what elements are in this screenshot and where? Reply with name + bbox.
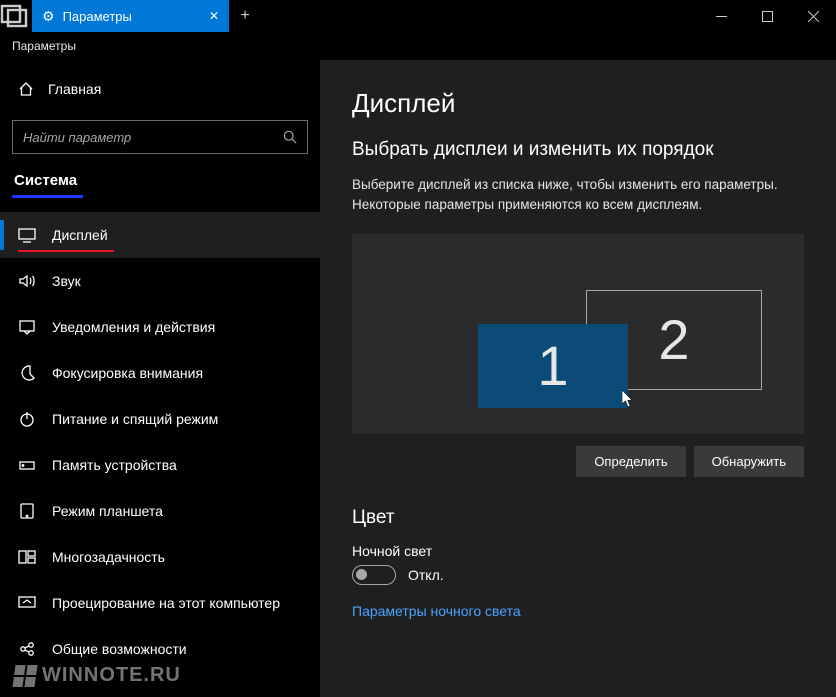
night-light-toggle[interactable] [352, 565, 396, 585]
shared-icon [18, 640, 36, 658]
display-1[interactable]: 1 [478, 324, 628, 408]
sidebar: Главная Система Дисплей Звук Уведомления… [0, 60, 320, 697]
sidebar-item-display[interactable]: Дисплей [0, 212, 320, 258]
close-button[interactable] [790, 0, 836, 32]
sidebar-category: Система [12, 172, 83, 198]
sidebar-item-label: Проецирование на этот компьютер [52, 595, 280, 611]
subheader: Параметры [0, 32, 836, 60]
sidebar-home[interactable]: Главная [12, 68, 308, 110]
multitask-icon [18, 548, 36, 566]
sidebar-item-storage[interactable]: Память устройства [0, 442, 320, 488]
identify-button[interactable]: Определить [576, 446, 685, 477]
tab-title: Параметры [63, 9, 201, 24]
gear-icon: ⚙ [42, 8, 55, 25]
detect-button[interactable]: Обнаружить [694, 446, 804, 477]
project-icon [18, 594, 36, 612]
sound-icon [18, 272, 36, 290]
tab-close-icon[interactable]: ✕ [209, 9, 219, 23]
sidebar-item-label: Многозадачность [52, 549, 165, 565]
notifications-icon [18, 318, 36, 336]
display-icon [18, 226, 36, 244]
sidebar-item-label: Режим планшета [52, 503, 163, 519]
sidebar-item-label: Память устройства [52, 457, 177, 473]
storage-icon [18, 456, 36, 474]
arrange-desc: Выберите дисплей из списка ниже, чтобы и… [352, 175, 804, 216]
titlebar: ⚙ Параметры ✕ + [0, 0, 836, 32]
task-view-icon[interactable] [0, 0, 32, 32]
sidebar-item-multitask[interactable]: Многозадачность [0, 534, 320, 580]
maximize-button[interactable] [744, 0, 790, 32]
focus-icon [18, 364, 36, 382]
night-light-settings-link[interactable]: Параметры ночного света [352, 603, 521, 619]
sidebar-item-sound[interactable]: Звук [0, 258, 320, 304]
main-panel: Дисплей Выбрать дисплеи и изменить их по… [320, 60, 836, 697]
power-icon [18, 410, 36, 428]
sidebar-item-label: Уведомления и действия [52, 319, 215, 335]
sidebar-item-focus[interactable]: Фокусировка внимания [0, 350, 320, 396]
tab-settings[interactable]: ⚙ Параметры ✕ [32, 0, 229, 32]
tablet-icon [18, 502, 36, 520]
sidebar-item-tablet[interactable]: Режим планшета [0, 488, 320, 534]
sidebar-item-label: Питание и спящий режим [52, 411, 218, 427]
arrange-heading: Выбрать дисплеи и изменить их порядок [352, 139, 804, 161]
page-title: Дисплей [352, 88, 804, 119]
sidebar-item-label: Фокусировка внимания [52, 365, 203, 381]
sidebar-home-label: Главная [48, 81, 101, 97]
color-heading: Цвет [352, 507, 804, 529]
night-light-label: Ночной свет [352, 543, 804, 559]
search-input[interactable] [23, 130, 275, 145]
sidebar-item-label: Общие возможности [52, 641, 187, 657]
sidebar-item-label: Звук [52, 273, 81, 289]
sidebar-item-power[interactable]: Питание и спящий режим [0, 396, 320, 442]
search-input-wrapper[interactable] [12, 120, 308, 154]
sidebar-item-notifications[interactable]: Уведомления и действия [0, 304, 320, 350]
sidebar-item-shared[interactable]: Общие возможности [0, 626, 320, 672]
sidebar-item-projecting[interactable]: Проецирование на этот компьютер [0, 580, 320, 626]
annotation-underline [18, 250, 114, 252]
search-icon [283, 130, 297, 144]
new-tab-button[interactable]: + [229, 0, 261, 32]
home-icon [18, 81, 34, 97]
minimize-button[interactable] [698, 0, 744, 32]
sidebar-item-label: Дисплей [52, 227, 108, 243]
display-arrange-area[interactable]: 2 1 [352, 234, 804, 434]
toggle-state: Откл. [408, 567, 444, 583]
